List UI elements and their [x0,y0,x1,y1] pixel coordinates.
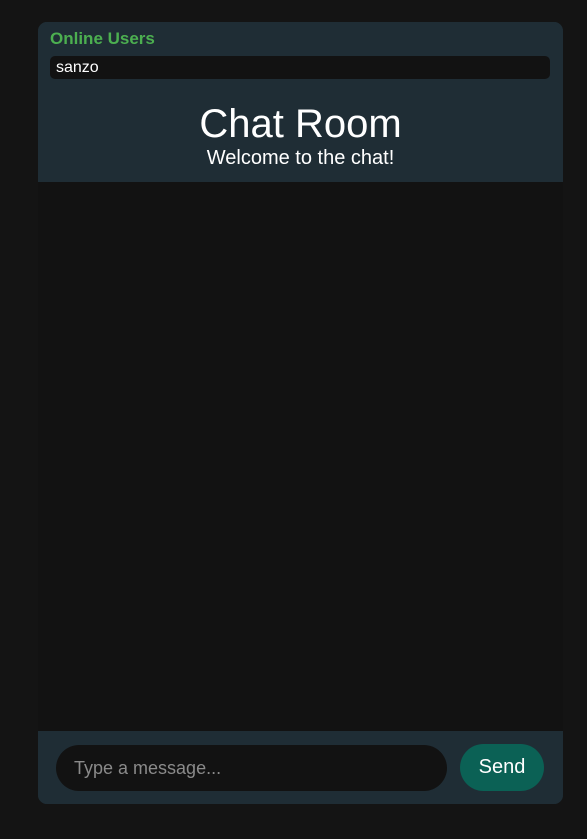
send-button[interactable]: Send [460,744,544,791]
online-users-title: Online Users [50,29,155,48]
online-users-list: sanzo [50,56,550,79]
message-composer: Send [38,731,563,804]
chat-header: Online Users sanzo Chat Room Welcome to … [38,22,563,182]
message-input[interactable] [56,745,447,791]
message-list[interactable] [38,182,563,731]
online-user-item: sanzo [56,59,99,76]
welcome-message: Welcome to the chat! [206,147,395,169]
page-title: Chat Room [199,102,402,146]
chat-container: Online Users sanzo Chat Room Welcome to … [38,22,563,804]
